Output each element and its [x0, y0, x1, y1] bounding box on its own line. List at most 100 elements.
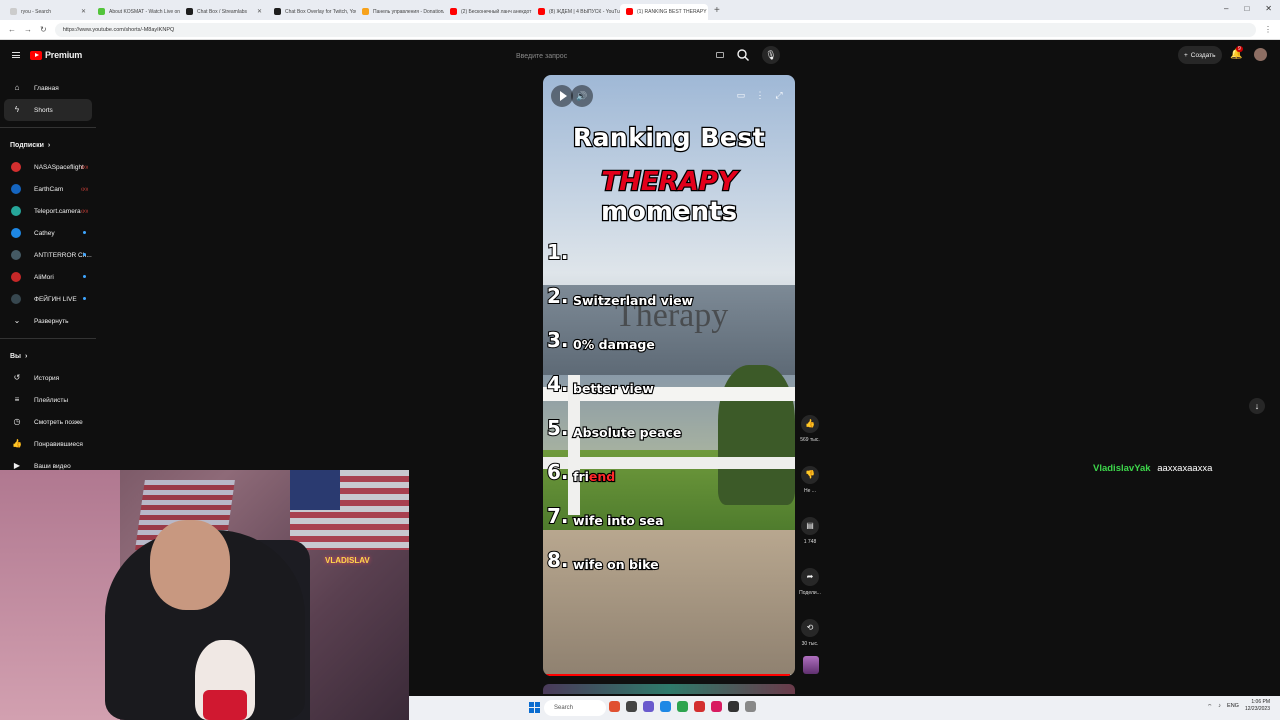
- keyboard-icon[interactable]: [716, 52, 724, 58]
- sidebar-item-1[interactable]: ϟ Shorts: [4, 99, 92, 121]
- url-field[interactable]: https://www.youtube.com/shorts/-M8ayIKNP…: [54, 22, 1256, 37]
- volume-button[interactable]: 🔊: [571, 85, 593, 107]
- favicon-icon: [274, 8, 281, 15]
- subscription-item[interactable]: AliMori: [4, 266, 92, 288]
- overlay-title-highlight: THERAPY: [600, 166, 738, 199]
- minimize-icon[interactable]: –: [1224, 4, 1228, 13]
- reload-icon[interactable]: ↻: [40, 25, 47, 34]
- app-icon[interactable]: [660, 701, 671, 712]
- subscription-item[interactable]: ФЕЙГИН LIVE: [4, 288, 92, 310]
- browser-tab[interactable]: ryou - Search ✕: [4, 4, 92, 20]
- volume-tray-icon[interactable]: ♪: [1218, 703, 1221, 709]
- shorts-player[interactable]: 🔊 ▭ ⋮ ⤢ Ranking Best THERAPY moments The…: [543, 75, 795, 676]
- sidebar-you-item[interactable]: ≡ Плейлисты: [4, 389, 92, 411]
- video-progress-bar[interactable]: [543, 674, 795, 676]
- subscription-item[interactable]: NASASpaceflight ((•)): [4, 156, 92, 178]
- app-icon[interactable]: [694, 701, 705, 712]
- close-window-icon[interactable]: ✕: [1265, 4, 1272, 13]
- browser-tab[interactable]: Панель управления - DonationAl✕: [356, 4, 444, 20]
- extensions-icon[interactable]: ⋮: [1264, 25, 1272, 34]
- app-icon[interactable]: [728, 701, 739, 712]
- rank-number: 2.: [546, 283, 569, 309]
- notifications-button[interactable]: 🔔 9: [1230, 46, 1243, 60]
- sidebar-you-item[interactable]: ◷ Смотреть позже: [4, 411, 92, 433]
- browser-tab[interactable]: Chat Box Overlay for Twitch, YouT✕: [268, 4, 356, 20]
- voice-search-button[interactable]: 🎙: [762, 46, 780, 64]
- new-tab-icon[interactable]: +: [714, 5, 720, 16]
- menu-icon[interactable]: [12, 52, 20, 58]
- tab-label: Chat Box Overlay for Twitch, YouT: [285, 8, 356, 15]
- app-icon[interactable]: [626, 701, 637, 712]
- chevron-down-icon: ⌄: [13, 316, 21, 325]
- browser-tab[interactable]: Chat Box / Streamlabs ✕: [180, 4, 268, 20]
- browser-tab[interactable]: (1) RANKING BEST THERAPY MOM✕: [620, 3, 708, 20]
- tab-label: Панель управления - DonationAl: [373, 8, 444, 15]
- liked-icon: 👍: [12, 439, 22, 448]
- tab-label: (2) Бесконечный ланч анекдот: [461, 8, 532, 15]
- close-tab-icon[interactable]: ✕: [257, 8, 262, 15]
- new-content-dot: [83, 275, 86, 278]
- chevron-right-icon: ›: [25, 352, 28, 360]
- windows-start-icon[interactable]: [529, 702, 540, 713]
- dislike-button[interactable]: 👎 Не ...: [796, 466, 824, 514]
- account-avatar[interactable]: [1254, 48, 1267, 61]
- subscriptions-heading-label: Подписки: [10, 141, 44, 149]
- browser-tab[interactable]: (8) ЖДЕМ | 4 ВЫПУСК - YouTube✕: [532, 4, 620, 20]
- back-icon[interactable]: ←: [8, 25, 16, 34]
- create-button[interactable]: + Создать: [1178, 46, 1222, 64]
- app-icon[interactable]: [643, 701, 654, 712]
- sidebar-item-label: Смотреть позже: [34, 418, 83, 426]
- subscription-item[interactable]: Teleport.camera ((•)): [4, 200, 92, 222]
- play-button[interactable]: [551, 85, 573, 107]
- rank-number: 3.: [546, 327, 569, 353]
- wifi-icon[interactable]: ⌔: [1207, 703, 1212, 710]
- next-short-preview[interactable]: [543, 684, 795, 694]
- like-button[interactable]: 👍 569 тыс.: [796, 415, 824, 463]
- subscriptions-heading[interactable]: Подписки ›: [0, 134, 96, 156]
- maximize-icon[interactable]: □: [1244, 4, 1249, 13]
- share-button[interactable]: ➦ Подели...: [796, 568, 824, 616]
- sidebar-item-0[interactable]: ⌂ Главная: [4, 77, 92, 99]
- overlay-title-line1: Ranking Best: [572, 122, 766, 154]
- youtube-logo[interactable]: Premium: [30, 50, 82, 60]
- captions-icon[interactable]: ▭: [733, 87, 749, 103]
- channel-thumbnail[interactable]: [803, 656, 819, 674]
- settings-icon[interactable]: [745, 701, 756, 712]
- more-options-icon[interactable]: ⋮: [752, 87, 768, 103]
- sidebar-you-item[interactable]: ↺ История: [4, 367, 92, 389]
- shorts-actions: 👍 569 тыс. 👎 Не ... ▤ 1 748 ➦ Подели... ⟲ 30 тыс.: [796, 412, 824, 667]
- close-tab-icon[interactable]: ✕: [81, 8, 86, 15]
- new-content-dot: [83, 253, 86, 256]
- subscription-item[interactable]: EarthCam ((•)): [4, 178, 92, 200]
- live-icon: ((•)): [81, 186, 88, 191]
- search-button[interactable]: [736, 48, 750, 62]
- app-icon[interactable]: [711, 701, 722, 712]
- browser-tab[interactable]: (2) Бесконечный ланч анекдот✕: [444, 4, 532, 20]
- live-icon: ((•)): [81, 164, 88, 169]
- windows-taskbar: Search ⌔ ♪ ENG 1:06 PM 12/23/2023: [409, 696, 1280, 720]
- search-placeholder: Введите запрос: [516, 52, 568, 60]
- logo-text: Premium: [45, 50, 83, 60]
- app-icon[interactable]: [609, 701, 620, 712]
- you-heading[interactable]: Вы ›: [0, 345, 96, 367]
- create-label: Создать: [1190, 51, 1216, 59]
- subscription-item[interactable]: ANTITERROR Ch...: [4, 244, 92, 266]
- comments-button[interactable]: ▤ 1 748: [796, 517, 824, 565]
- expand-subscriptions[interactable]: ⌄ Развернуть: [4, 310, 92, 332]
- chat-message-text: ааххахаахха: [1157, 463, 1213, 474]
- clock[interactable]: 1:06 PM 12/23/2023: [1245, 699, 1270, 713]
- app-icon[interactable]: [677, 701, 688, 712]
- fullscreen-icon[interactable]: ⤢: [771, 87, 787, 103]
- like-icon: 👍: [801, 415, 819, 433]
- dislike-icon: 👎: [801, 466, 819, 484]
- next-video-button[interactable]: ↓: [1249, 398, 1265, 414]
- forward-icon[interactable]: →: [24, 25, 32, 34]
- plus-icon: +: [1184, 51, 1188, 59]
- subscription-item[interactable]: Cathey: [4, 222, 92, 244]
- keyboard-language[interactable]: ENG: [1227, 703, 1239, 709]
- search-input[interactable]: Введите запрос: [508, 46, 732, 66]
- favicon-icon: [362, 8, 369, 15]
- taskbar-search[interactable]: Search: [544, 700, 606, 716]
- sidebar-you-item[interactable]: 👍 Понравившиеся: [4, 433, 92, 455]
- browser-tab[interactable]: About KOSMAT - Watch Live on✕: [92, 4, 180, 20]
